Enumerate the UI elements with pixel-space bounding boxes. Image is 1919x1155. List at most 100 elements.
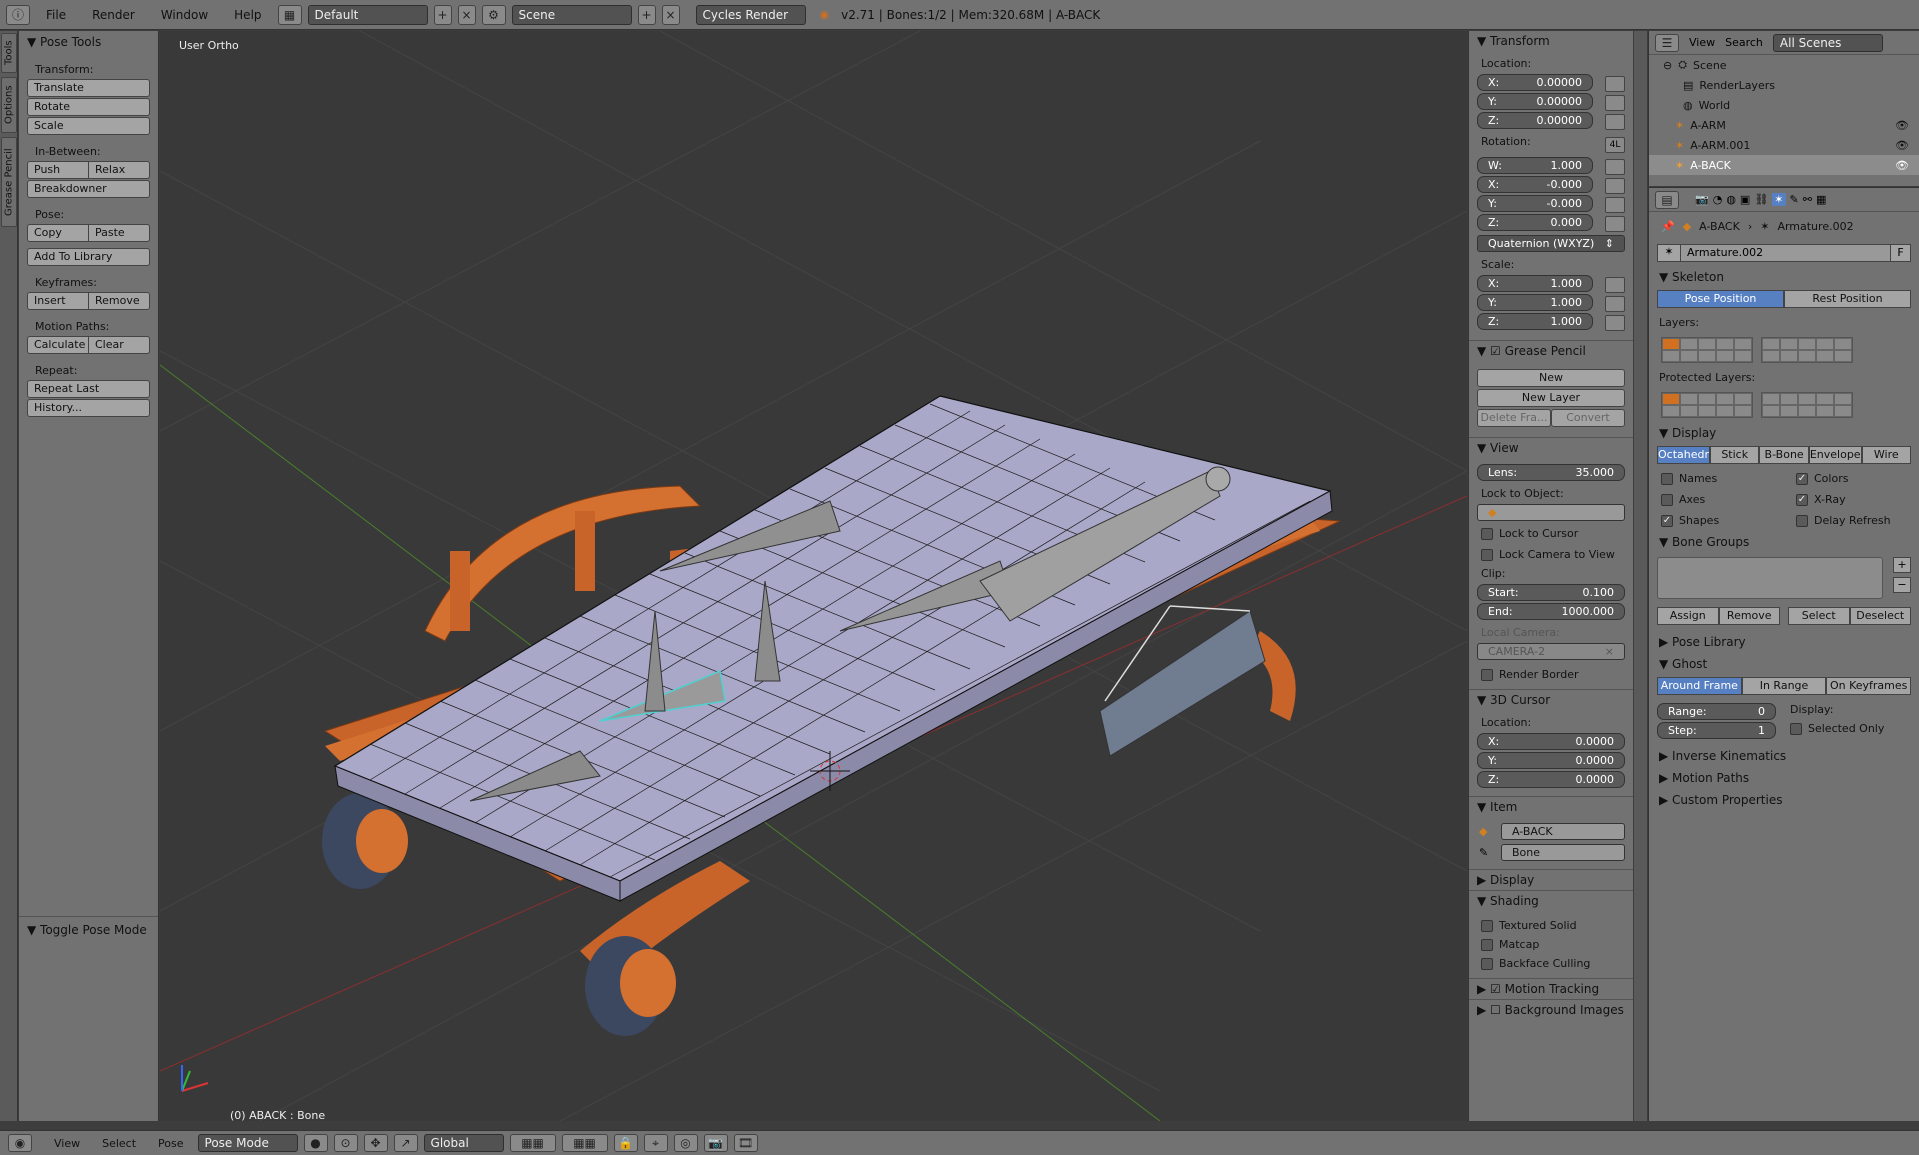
editor-type-icon[interactable]: ◉ bbox=[8, 1134, 32, 1152]
select-menu[interactable]: Select bbox=[102, 1137, 136, 1150]
ghost-range-field[interactable]: Range: 0 bbox=[1657, 703, 1776, 720]
lock-icon[interactable] bbox=[1605, 95, 1625, 111]
remove-scene-icon[interactable]: × bbox=[661, 4, 680, 25]
remove-group-button[interactable]: Remove bbox=[1718, 607, 1780, 625]
motion-tracking-header[interactable]: ▶ ☑ Motion Tracking bbox=[1469, 978, 1633, 999]
outliner-view-menu[interactable]: View bbox=[1689, 36, 1715, 49]
inverse-kinematics-header[interactable]: ▶ Inverse Kinematics bbox=[1649, 745, 1919, 767]
display-header[interactable]: ▼ Display bbox=[1649, 422, 1919, 444]
item-header[interactable]: ▼ Item bbox=[1469, 796, 1633, 817]
view-menu[interactable]: View bbox=[54, 1137, 80, 1150]
lock-icon[interactable] bbox=[1605, 76, 1625, 92]
layout-icon[interactable]: ▦ bbox=[277, 4, 302, 25]
render-icon[interactable]: 📷 bbox=[703, 1134, 728, 1152]
insert-button[interactable]: Insert bbox=[27, 292, 89, 310]
pivot-icon[interactable]: ⊙ bbox=[333, 1134, 358, 1152]
3d-viewport[interactable]: User Ortho (0) ABACK : Bone bbox=[160, 31, 1467, 1121]
translate-button[interactable]: Translate bbox=[27, 79, 150, 97]
remove-layout-icon[interactable]: × bbox=[457, 4, 476, 25]
display-header[interactable]: ▶ Display bbox=[1469, 869, 1633, 890]
delete-frame-button[interactable]: Delete Fra... bbox=[1477, 409, 1551, 427]
outliner-search-menu[interactable]: Search bbox=[1725, 36, 1763, 49]
scenes-filter-select[interactable]: All Scenes bbox=[1772, 33, 1883, 52]
item-object-field[interactable]: A-BACK bbox=[1501, 823, 1625, 840]
pin-icon[interactable]: 📌 bbox=[1661, 220, 1675, 233]
info-editor-icon[interactable]: ⓘ bbox=[6, 4, 30, 25]
display-stick-button[interactable]: Stick bbox=[1710, 446, 1760, 464]
toggle-pose-mode-header[interactable]: ▼ Toggle Pose Mode bbox=[19, 916, 158, 943]
assign-button[interactable]: Assign bbox=[1657, 607, 1719, 625]
pose-library-header[interactable]: ▶ Pose Library bbox=[1649, 631, 1919, 653]
deselect-button[interactable]: Deselect bbox=[1849, 607, 1911, 625]
history-button[interactable]: History... bbox=[27, 399, 150, 417]
bone-layers-grid[interactable] bbox=[1661, 337, 1907, 363]
local-camera-field[interactable]: CAMERA-2 × bbox=[1477, 643, 1625, 660]
relax-button[interactable]: Relax bbox=[89, 161, 150, 179]
lock-icon[interactable]: 🔒 bbox=[613, 1134, 638, 1152]
outliner-row[interactable]: ✶ A-ARM 👁 bbox=[1649, 115, 1919, 135]
lock-icon[interactable] bbox=[1605, 197, 1625, 213]
names-checkbox[interactable]: Names bbox=[1661, 472, 1772, 485]
pose-menu[interactable]: Pose bbox=[158, 1137, 183, 1150]
delay-refresh-checkbox[interactable]: Delay Refresh bbox=[1796, 514, 1907, 527]
textured-solid-checkbox[interactable]: Textured Solid bbox=[1481, 919, 1621, 932]
lens-field[interactable]: Lens: 35.000 bbox=[1477, 464, 1625, 481]
3d-cursor-header[interactable]: ▼ 3D Cursor bbox=[1469, 689, 1633, 710]
location-z-field[interactable]: Z: 0.00000 bbox=[1477, 112, 1593, 129]
transform-header[interactable]: ▼ Transform bbox=[1469, 31, 1633, 51]
colors-checkbox[interactable]: ✓ Colors bbox=[1796, 472, 1907, 485]
location-y-field[interactable]: Y: 0.00000 bbox=[1477, 93, 1593, 110]
outliner-row-selected[interactable]: ✶ A-BACK 👁 bbox=[1649, 155, 1919, 175]
render-border-checkbox[interactable]: Render Border bbox=[1481, 668, 1621, 681]
location-x-field[interactable]: X: 0.00000 bbox=[1477, 74, 1593, 91]
remove-bone-group-icon[interactable]: − bbox=[1893, 577, 1911, 593]
grease-pencil-header[interactable]: ▼ ☑ Grease Pencil bbox=[1469, 340, 1633, 361]
outliner-editor-icon[interactable]: ☰ bbox=[1655, 33, 1679, 52]
translate-manipulator-icon[interactable]: ↗ bbox=[393, 1134, 418, 1152]
lock-icon[interactable] bbox=[1605, 178, 1625, 194]
render-tab-icon[interactable]: 📷 bbox=[1695, 193, 1709, 206]
custom-properties-header[interactable]: ▶ Custom Properties bbox=[1649, 789, 1919, 811]
repeat-last-button[interactable]: Repeat Last bbox=[27, 380, 150, 398]
clear-button[interactable]: Clear bbox=[89, 336, 150, 354]
lock-camera-checkbox[interactable]: Lock Camera to View bbox=[1481, 548, 1621, 561]
armature-data-tab-icon[interactable]: ✶ bbox=[1772, 193, 1786, 206]
remove-button[interactable]: Remove bbox=[89, 292, 150, 310]
fake-user-button[interactable]: F bbox=[1891, 244, 1911, 262]
lock-icon[interactable] bbox=[1605, 114, 1625, 130]
constraints-tab-icon[interactable]: ⛓ bbox=[1754, 193, 1768, 206]
xray-checkbox[interactable]: ✓ X-Ray bbox=[1796, 493, 1907, 506]
shading-icon[interactable]: ● bbox=[303, 1134, 328, 1152]
display-bbone-button[interactable]: B-Bone bbox=[1759, 446, 1809, 464]
shading-header[interactable]: ▼ Shading bbox=[1469, 890, 1633, 911]
scale-x-field[interactable]: X: 1.000 bbox=[1477, 275, 1593, 292]
selected-only-checkbox[interactable]: Selected Only bbox=[1790, 722, 1913, 735]
display-envelope-button[interactable]: Envelope bbox=[1808, 446, 1862, 464]
pose-tools-header[interactable]: ▼ Pose Tools bbox=[19, 31, 158, 53]
bone-groups-list[interactable] bbox=[1657, 557, 1883, 599]
paste-button[interactable]: Paste bbox=[89, 224, 150, 242]
lock-to-cursor-checkbox[interactable]: Lock to Cursor bbox=[1481, 527, 1621, 540]
display-octahedral-button[interactable]: Octahedr bbox=[1657, 446, 1711, 464]
armature-browse-icon[interactable]: ✶ bbox=[1657, 244, 1681, 262]
rotate-button[interactable]: Rotate bbox=[27, 98, 150, 116]
outliner-row[interactable]: ◍ World bbox=[1649, 95, 1919, 115]
outliner-row[interactable]: ▤ RenderLayers bbox=[1649, 75, 1919, 95]
scale-z-field[interactable]: Z: 1.000 bbox=[1477, 313, 1593, 330]
cursor-z-field[interactable]: Z: 0.0000 bbox=[1477, 771, 1625, 788]
push-button[interactable]: Push bbox=[27, 161, 89, 179]
skeleton-header[interactable]: ▼ Skeleton bbox=[1649, 266, 1919, 288]
scene-tab-icon[interactable]: ◔ bbox=[1713, 193, 1723, 206]
rest-position-button[interactable]: Rest Position bbox=[1784, 290, 1911, 308]
rotation-x-field[interactable]: X: -0.000 bbox=[1477, 176, 1593, 193]
texture-tab-icon[interactable]: ▦ bbox=[1816, 193, 1826, 206]
display-wire-button[interactable]: Wire bbox=[1861, 446, 1911, 464]
ghost-step-field[interactable]: Step: 1 bbox=[1657, 722, 1776, 739]
bone-constraints-tab-icon[interactable]: ⚯ bbox=[1803, 193, 1812, 206]
tab-grease-pencil[interactable]: Grease Pencil bbox=[1, 137, 17, 227]
orientation-select[interactable]: Global bbox=[423, 1134, 504, 1152]
ghost-in-range-button[interactable]: In Range bbox=[1741, 677, 1827, 695]
scale-button[interactable]: Scale bbox=[27, 117, 150, 135]
lock-icon[interactable] bbox=[1605, 296, 1625, 312]
ghost-around-frame-button[interactable]: Around Frame bbox=[1657, 677, 1742, 695]
